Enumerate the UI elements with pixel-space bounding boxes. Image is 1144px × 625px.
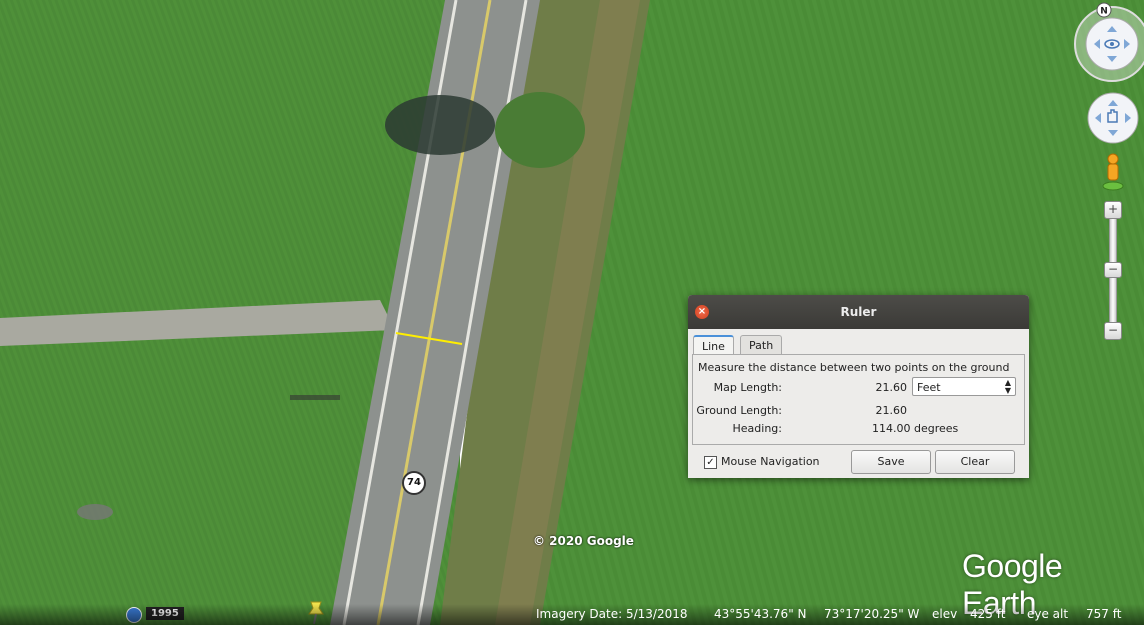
pegman-icon bbox=[1107, 163, 1119, 181]
ground-length-label: Ground Length: bbox=[696, 404, 782, 417]
street-view-pegman[interactable] bbox=[1101, 152, 1125, 192]
compass-north-label: N bbox=[1100, 7, 1108, 17]
tree-shadow bbox=[385, 95, 495, 155]
route-74-shield: 74 bbox=[402, 471, 426, 495]
clear-button[interactable]: Clear bbox=[935, 450, 1015, 474]
ground-length-value: 21.60 bbox=[875, 404, 908, 417]
move-navigation-control[interactable] bbox=[1086, 92, 1140, 146]
tab-path[interactable]: Path bbox=[740, 335, 783, 355]
eye-altitude-label: eye alt bbox=[1027, 607, 1069, 621]
status-bar: Imagery Date: 5/13/2018 43°55'43.76" N 7… bbox=[0, 604, 1144, 625]
zoom-out-button[interactable]: − bbox=[1104, 322, 1122, 340]
tree bbox=[495, 92, 585, 168]
map-length-value: 21.60 bbox=[875, 381, 908, 394]
tab-line[interactable]: Line bbox=[693, 335, 734, 355]
latitude-readout: 43°55'43.76" N bbox=[714, 607, 807, 621]
select-arrows-icon: ▲ ▼ bbox=[1004, 378, 1011, 395]
zoom-slider-handle[interactable]: − bbox=[1104, 262, 1122, 278]
imagery-date: Imagery Date: 5/13/2018 bbox=[536, 607, 688, 621]
mouse-navigation-row: ✓ Mouse Navigation bbox=[704, 455, 820, 469]
ruler-description: Measure the distance between two points … bbox=[698, 361, 1010, 374]
ruler-title: Ruler bbox=[840, 305, 877, 319]
unit-select[interactable]: Feet ▲ ▼ bbox=[912, 377, 1016, 396]
heading-value: 114.00 degrees bbox=[872, 422, 959, 435]
eye-altitude-value: 757 ft bbox=[1086, 607, 1122, 621]
line-tab-panel: Measure the distance between two points … bbox=[692, 354, 1025, 445]
unit-select-value: Feet bbox=[917, 381, 941, 394]
mouse-navigation-label[interactable]: Mouse Navigation bbox=[721, 455, 820, 468]
mouse-navigation-checkbox[interactable]: ✓ bbox=[704, 455, 717, 469]
look-navigation-compass[interactable]: N bbox=[1072, 2, 1144, 84]
save-button[interactable]: Save bbox=[851, 450, 931, 474]
elevation-value: 425 ft bbox=[970, 607, 1006, 621]
ruler-titlebar[interactable]: × Ruler bbox=[688, 295, 1029, 329]
elevation-label: elev bbox=[932, 607, 958, 621]
map-length-label: Map Length: bbox=[713, 381, 782, 394]
heading-label: Heading: bbox=[732, 422, 782, 435]
ruler-dialog: × Ruler Line Path Measure the distance b… bbox=[688, 295, 1029, 478]
longitude-readout: 73°17'20.25" W bbox=[824, 607, 920, 621]
copyright-text: © 2020 Google bbox=[533, 534, 634, 548]
zoom-in-button[interactable]: + bbox=[1104, 201, 1122, 219]
